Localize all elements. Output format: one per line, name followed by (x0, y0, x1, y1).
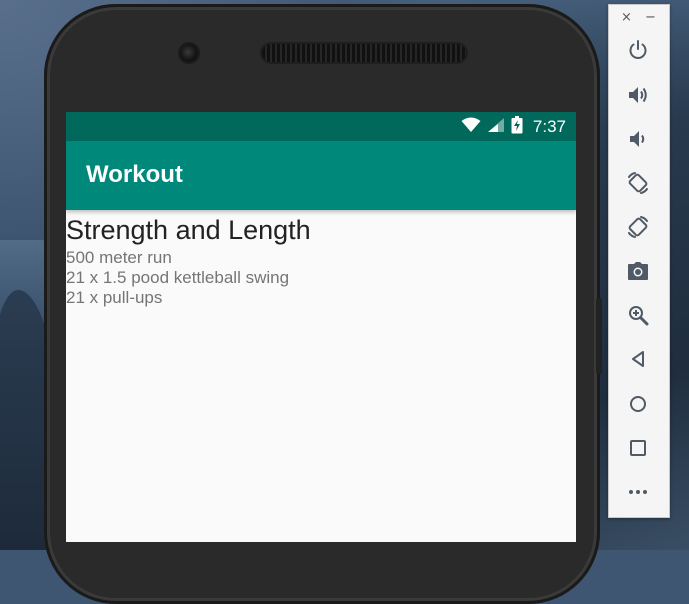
workout-detail: Strength and Length 500 meter run 21 x 1… (66, 212, 576, 308)
emulator-window-controls: × − (609, 5, 669, 33)
emulator-close-button[interactable]: × (621, 10, 632, 25)
status-time: 7:37 (532, 117, 566, 136)
earpiece-speaker (262, 44, 466, 62)
emulator-toolbar: × − (608, 4, 670, 518)
battery-charging-icon (511, 116, 523, 138)
camera-icon[interactable] (625, 258, 651, 284)
exercise-item: 500 meter run (66, 248, 172, 267)
back-icon[interactable] (625, 346, 651, 372)
exercise-item: 21 x pull-ups (66, 288, 163, 307)
home-icon[interactable] (625, 391, 651, 417)
front-camera (180, 44, 198, 62)
app-toolbar: Workout (66, 141, 576, 210)
phone-screen: 7:37 Workout Strength and Length 500 met… (66, 112, 576, 542)
status-bar: 7:37 (66, 112, 576, 141)
status-icons: 7:37 (461, 116, 566, 138)
zoom-icon[interactable] (625, 302, 651, 328)
wifi-icon (461, 117, 481, 137)
workout-title: Strength and Length (66, 215, 311, 245)
volume-down-icon[interactable] (625, 126, 651, 152)
toolbar-title: Workout (86, 161, 183, 188)
rotate-right-icon[interactable] (625, 214, 651, 240)
volume-up-icon[interactable] (625, 82, 651, 108)
phone-side-button[interactable] (596, 298, 602, 374)
overview-icon[interactable] (625, 435, 651, 461)
signal-icon (487, 117, 505, 137)
rotate-left-icon[interactable] (625, 170, 651, 196)
exercise-item: 21 x 1.5 pood kettleball swing (66, 268, 290, 287)
more-icon[interactable] (625, 479, 651, 505)
emulator-minimize-button[interactable]: − (645, 10, 656, 25)
power-icon[interactable] (625, 37, 651, 63)
